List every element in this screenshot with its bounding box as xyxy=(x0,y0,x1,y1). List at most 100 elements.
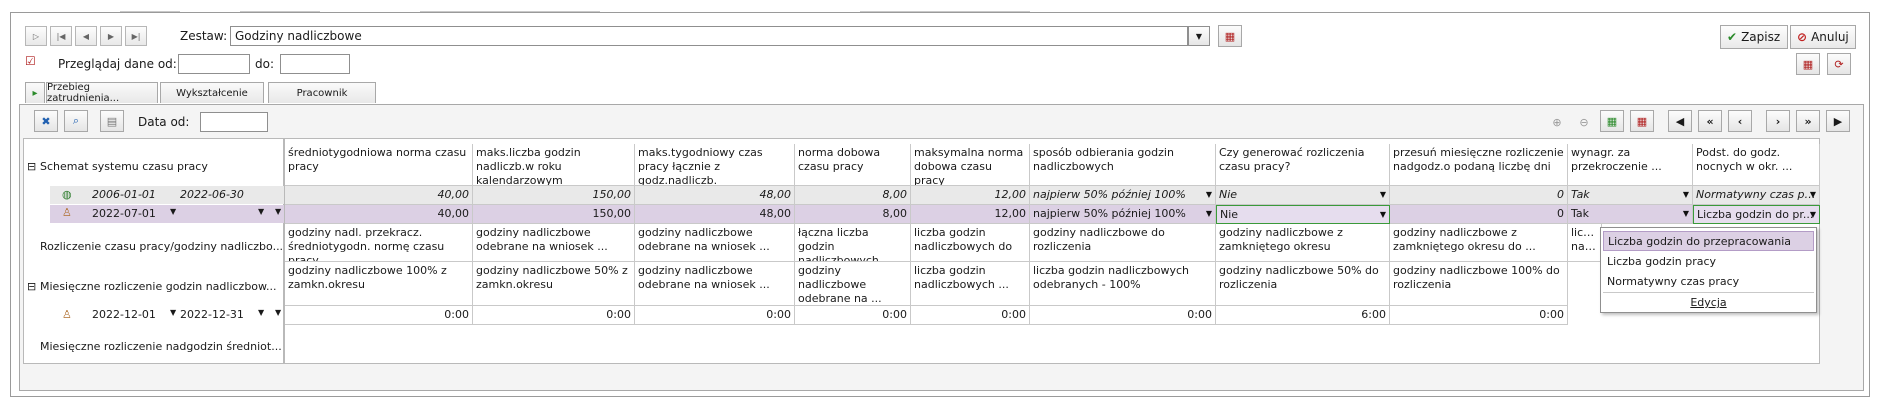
grid-cell-select[interactable]: najpierw 50% później 100% ▼ xyxy=(1030,205,1216,224)
tree-row-2[interactable] xyxy=(50,205,284,223)
calendar-button[interactable]: ▤ xyxy=(100,110,124,132)
nav-new-icon[interactable]: ▷ xyxy=(25,26,47,46)
col-header[interactable]: łączna liczba godzin nadliczbowych ... xyxy=(795,224,911,262)
grid-cell-select[interactable]: Nie ▼ xyxy=(1216,186,1390,205)
chevron-down-icon[interactable]: ▼ xyxy=(275,308,281,317)
nav-fast-forward-button[interactable]: » xyxy=(1796,110,1820,132)
zestaw-dropdown-button[interactable]: ▼ xyxy=(1188,26,1210,46)
tree-expand-icon[interactable]: ⊟ xyxy=(27,160,36,173)
grid-cell[interactable]: 8,00 xyxy=(795,205,911,224)
search-button[interactable]: ⌕ xyxy=(64,110,88,132)
nav-prev-icon[interactable]: ◀ xyxy=(75,26,97,46)
grid-delete-button[interactable]: ▦ xyxy=(1630,110,1654,132)
col-header[interactable]: godziny nadliczbowe 100% do rozliczenia xyxy=(1390,262,1568,306)
col-header[interactable]: liczba godzin nadliczbowych odebranych -… xyxy=(1030,262,1216,306)
grid-cell[interactable]: 0:00 xyxy=(1390,306,1568,325)
col-header[interactable]: godziny nadliczbowe 100% z zamkn.okresu xyxy=(285,262,473,306)
grid-cell-select[interactable]: Tak ▼ xyxy=(1568,205,1693,224)
grid-cell[interactable]: 0 xyxy=(1390,205,1568,224)
tools-button[interactable]: ✖ xyxy=(34,110,58,132)
grid-cell[interactable]: 0:00 xyxy=(911,306,1030,325)
dropdown-option[interactable]: Normatywny czas pracy xyxy=(1603,272,1814,292)
nav-last-period-button[interactable]: ▶ xyxy=(1826,110,1850,132)
grid-cell[interactable]: 8,00 xyxy=(795,186,911,205)
chevron-down-icon[interactable]: ▼ xyxy=(170,308,176,317)
tab-pracownik[interactable]: Pracownik xyxy=(268,82,376,103)
grid-cell[interactable]: 0:00 xyxy=(795,306,911,325)
grid-cell[interactable]: 48,00 xyxy=(635,186,795,205)
grid-cell[interactable]: 0:00 xyxy=(285,306,473,325)
col-header[interactable]: liczba nadlic... xyxy=(1568,224,1602,262)
col-header[interactable]: liczba godzin nadliczbowych do ... xyxy=(911,224,1030,262)
grid-cell[interactable]: 12,00 xyxy=(911,205,1030,224)
add-icon[interactable]: ⊕ xyxy=(1545,111,1569,133)
grid-cell-select[interactable]: najpierw 50% później 100% ▼ xyxy=(1030,186,1216,205)
chevron-down-icon[interactable]: ▼ xyxy=(1206,207,1212,221)
chevron-down-icon[interactable]: ▼ xyxy=(1683,188,1689,202)
chevron-down-icon[interactable]: ▼ xyxy=(258,308,264,317)
col-header[interactable]: godziny nadliczbowe odebrane na ... xyxy=(795,262,911,306)
col-header[interactable]: godziny nadliczbowe z zamkniętego okresu xyxy=(1216,224,1390,262)
chevron-down-icon[interactable]: ▼ xyxy=(1810,208,1816,222)
col-header[interactable]: godziny nadliczbowe odebrane na wniosek … xyxy=(635,262,795,306)
tree-row-2-from[interactable]: 2022-07-01 xyxy=(92,207,156,220)
col-header[interactable]: liczba godzin nadliczbowych ... xyxy=(911,262,1030,306)
zestaw-select[interactable]: Godziny nadliczbowe xyxy=(230,26,1188,46)
date-from-input[interactable] xyxy=(178,54,250,74)
col-header[interactable]: godziny nadliczbowe do rozliczenia xyxy=(1030,224,1216,262)
save-button[interactable]: ✔ Zapisz xyxy=(1720,25,1788,49)
nav-fast-back-button[interactable]: « xyxy=(1698,110,1722,132)
grid-cell-select[interactable]: Normatywny czas pr... ▼ xyxy=(1693,186,1820,205)
nav-first-period-button[interactable]: ◀ xyxy=(1668,110,1692,132)
col-header[interactable]: godziny nadliczbowe 50% z zamkn.okresu xyxy=(473,262,635,306)
col-header[interactable]: maks.liczba godzin nadliczb.w roku kalen… xyxy=(473,144,635,186)
grid-cell[interactable]: 40,00 xyxy=(285,205,473,224)
chevron-down-icon[interactable]: ▼ xyxy=(1380,188,1386,202)
grid-cell[interactable]: 48,00 xyxy=(635,205,795,224)
col-header[interactable]: godziny nadliczbowe 50% do rozliczenia xyxy=(1216,262,1390,306)
dropdown-option[interactable]: Liczba godzin do przepracowania xyxy=(1603,231,1814,251)
grid-cell[interactable]: 150,00 xyxy=(473,186,635,205)
grid-cell[interactable]: 0 xyxy=(1390,186,1568,205)
tree-row-1[interactable] xyxy=(50,186,284,204)
data-od-input[interactable] xyxy=(200,112,268,132)
tree-row-3-from[interactable]: 2022-12-01 xyxy=(92,308,156,321)
col-header[interactable]: godziny nadliczbowe odebrane na wniosek … xyxy=(635,224,795,262)
tree-row-3-to[interactable]: 2022-12-31 xyxy=(180,308,244,321)
date-to-input[interactable] xyxy=(280,54,350,74)
nav-back-button[interactable]: ‹ xyxy=(1728,110,1752,132)
tree-expand-icon[interactable]: ⊟ xyxy=(27,280,36,293)
col-header[interactable]: Podst. do godz. nocnych w okr. ... xyxy=(1693,144,1820,186)
chevron-down-icon[interactable]: ▼ xyxy=(170,207,176,216)
col-header[interactable]: godziny nadl. przekracz. średniotygodn. … xyxy=(285,224,473,262)
col-header[interactable]: maks.tygodniowy czas pracy łącznie z god… xyxy=(635,144,795,186)
chevron-down-icon[interactable]: ▼ xyxy=(258,207,264,216)
col-header[interactable]: sposób odbierania godzin nadliczbowych xyxy=(1030,144,1216,186)
grid-cell-select[interactable]: Tak ▼ xyxy=(1568,186,1693,205)
nav-next-icon[interactable]: ▶ xyxy=(100,26,122,46)
dropdown-edit-button[interactable]: Edycja xyxy=(1603,292,1814,312)
remove-icon[interactable]: ⊖ xyxy=(1572,111,1596,133)
chevron-down-icon[interactable]: ▼ xyxy=(1683,207,1689,221)
tab-wyksztalcenie[interactable]: Wykształcenie xyxy=(160,82,264,103)
col-header[interactable]: średniotygodniowa norma czasu pracy xyxy=(285,144,473,186)
grid-cell[interactable]: 150,00 xyxy=(473,205,635,224)
col-header[interactable]: przesuń miesięczne rozliczenie nadgodz.o… xyxy=(1390,144,1568,186)
tab-przebieg-zatrudnienia[interactable]: Przebieg zatrudnienia... xyxy=(46,82,158,104)
filter-toggle-icon[interactable]: ☑ xyxy=(25,54,36,68)
chevron-down-icon[interactable]: ▼ xyxy=(275,207,281,216)
col-header[interactable]: maksymalna norma dobowa czasu pracy xyxy=(911,144,1030,186)
zestaw-config-button[interactable]: ▦ xyxy=(1218,25,1242,47)
col-header[interactable]: godziny nadliczbowe odebrane na wniosek … xyxy=(473,224,635,262)
nav-first-icon[interactable]: |◀ xyxy=(50,26,72,46)
grid-cell[interactable]: 40,00 xyxy=(285,186,473,205)
chevron-down-icon[interactable]: ▼ xyxy=(1206,188,1212,202)
nav-last-icon[interactable]: ▶| xyxy=(125,26,147,46)
grid-cell[interactable]: 12,00 xyxy=(911,186,1030,205)
col-header[interactable]: godziny nadliczbowe z zamkniętego okresu… xyxy=(1390,224,1568,262)
grid-cell[interactable]: 0:00 xyxy=(473,306,635,325)
grid-cell[interactable]: 6:00 xyxy=(1216,306,1390,325)
grid-add-button[interactable]: ▦ xyxy=(1600,110,1624,132)
col-header[interactable]: Czy generować rozliczenia czasu pracy? xyxy=(1216,144,1390,186)
chevron-down-icon[interactable]: ▼ xyxy=(1810,188,1816,202)
